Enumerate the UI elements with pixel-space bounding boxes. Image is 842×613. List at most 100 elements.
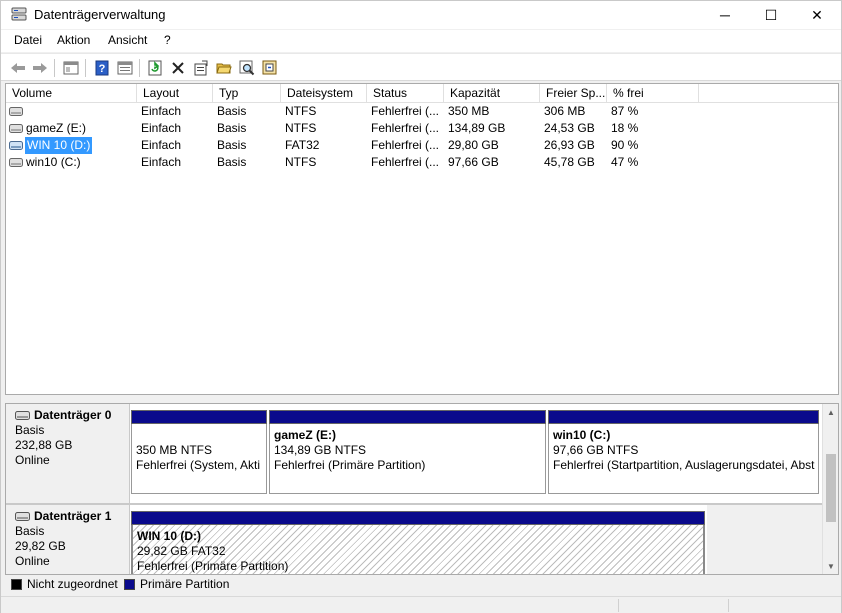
open-button[interactable] — [214, 58, 234, 78]
disk-management-app-icon — [11, 7, 27, 21]
disk-graphical-pane: Datenträger 0 Basis 232,88 GB Online 350… — [5, 403, 839, 575]
disk-state: Online — [15, 554, 50, 568]
drive-icon — [9, 158, 23, 167]
status-bar — [1, 596, 841, 613]
partition-status: Fehlerfrei (System, Akti — [136, 458, 261, 472]
drive-icon — [9, 107, 23, 116]
properties-view-icon — [117, 61, 133, 75]
partition-body: gameZ (E:) 134,89 GB NTFS Fehlerfrei (Pr… — [269, 424, 546, 494]
menu-help[interactable]: ? — [164, 33, 171, 47]
hard-disk-icon — [15, 512, 30, 521]
typ-cell: Basis — [217, 155, 247, 169]
column-header-volume[interactable]: Volume — [6, 84, 137, 103]
scroll-up-icon[interactable]: ▲ — [823, 404, 838, 420]
percent-free-cell: 47 % — [611, 155, 639, 169]
partition-status: Fehlerfrei (Primäre Partition) — [274, 458, 426, 472]
percent-free-cell: 18 % — [611, 121, 639, 135]
disk-size: 232,88 GB — [15, 438, 73, 452]
forward-button[interactable] — [30, 58, 50, 78]
volume-name: WIN 10 (D:) — [25, 137, 93, 154]
partition-win10-c[interactable]: win10 (C:) 97,66 GB NTFS Fehlerfrei (Sta… — [548, 410, 819, 494]
menu-aktion[interactable]: Aktion — [57, 33, 90, 47]
maximize-button[interactable]: ☐ — [748, 1, 794, 29]
disk-type: Basis — [15, 423, 45, 437]
close-button[interactable]: ✕ — [794, 1, 840, 29]
disk-name: Datenträger 0 — [34, 408, 112, 422]
legend-label-unallocated: Nicht zugeordnet — [27, 577, 118, 591]
toolbar-separator — [85, 59, 86, 77]
disk-divider — [6, 503, 824, 505]
volume-list-pane: Volume Layout Typ Dateisystem Status Kap… — [5, 83, 839, 395]
legend-swatch-primary — [124, 579, 135, 590]
maximize-icon: ☐ — [764, 6, 778, 23]
disk-label-0[interactable]: Datenträger 0 Basis 232,88 GB Online — [6, 404, 130, 503]
minimize-button[interactable]: ─ — [702, 1, 748, 29]
partition-size-fs: 29,82 GB FAT32 — [137, 544, 226, 558]
partition-gamez[interactable]: gameZ (E:) 134,89 GB NTFS Fehlerfrei (Pr… — [269, 410, 546, 494]
hard-disk-icon — [15, 411, 30, 420]
find-icon — [239, 60, 255, 76]
status-cell: Fehlerfrei (... — [371, 138, 440, 152]
partition-body: 350 MB NTFS Fehlerfrei (System, Akti — [131, 424, 267, 494]
properties-button[interactable] — [191, 58, 211, 78]
settings-button[interactable] — [260, 58, 280, 78]
toolbar-separator — [54, 59, 55, 77]
refresh-icon — [148, 60, 162, 76]
capacity-cell: 134,89 GB — [448, 121, 506, 135]
help-button[interactable]: ? — [92, 58, 112, 78]
table-row-selected[interactable]: WIN 10 (D:) Einfach Basis FAT32 Fehlerfr… — [6, 137, 838, 154]
partition-system-reserved[interactable]: 350 MB NTFS Fehlerfrei (System, Akti — [131, 410, 267, 494]
delete-button[interactable] — [168, 58, 188, 78]
pane-splitter[interactable] — [1, 396, 841, 402]
delete-icon — [172, 62, 184, 74]
partition-size-fs: 134,89 GB NTFS — [274, 443, 367, 457]
column-header-layout[interactable]: Layout — [137, 84, 213, 103]
close-icon: ✕ — [811, 6, 823, 23]
partition-name: gameZ (E:) — [274, 428, 337, 442]
partition-win10-d[interactable]: WIN 10 (D:) 29,82 GB FAT32 Fehlerfrei (P… — [131, 511, 705, 574]
scroll-down-icon[interactable]: ▼ — [823, 558, 838, 574]
console-tree-icon — [63, 61, 79, 75]
column-header-typ[interactable]: Typ — [213, 84, 281, 103]
menu-ansicht[interactable]: Ansicht — [108, 33, 147, 47]
scroll-thumb[interactable] — [826, 454, 836, 522]
column-header-kapazitaet[interactable]: Kapazität — [444, 84, 540, 103]
legend-swatch-unallocated — [11, 579, 22, 590]
settings-icon — [262, 60, 277, 75]
disk-label-1[interactable]: Datenträger 1 Basis 29,82 GB Online — [6, 505, 130, 574]
status-cell: Fehlerfrei (... — [371, 104, 440, 118]
find-button[interactable] — [237, 58, 257, 78]
properties-view-button[interactable] — [115, 58, 135, 78]
menu-datei[interactable]: Datei — [14, 33, 42, 47]
refresh-button[interactable] — [145, 58, 165, 78]
partition-bar — [269, 410, 546, 424]
percent-free-cell: 90 % — [611, 138, 639, 152]
percent-free-cell: 87 % — [611, 104, 639, 118]
table-row[interactable]: win10 (C:) Einfach Basis NTFS Fehlerfrei… — [6, 154, 838, 171]
column-header-status[interactable]: Status — [367, 84, 444, 103]
filesystem-cell: NTFS — [285, 121, 317, 135]
disk-pane-scrollbar[interactable]: ▲ ▼ — [822, 404, 838, 574]
status-bar-divider — [618, 599, 619, 612]
partition-body: win10 (C:) 97,66 GB NTFS Fehlerfrei (Sta… — [548, 424, 819, 494]
layout-cell: Einfach — [141, 121, 182, 135]
console-tree-button[interactable] — [61, 58, 81, 78]
typ-cell: Basis — [217, 121, 247, 135]
status-bar-divider — [728, 599, 729, 612]
back-icon — [11, 63, 25, 73]
capacity-cell: 350 MB — [448, 104, 490, 118]
column-header-prozent-frei[interactable]: % frei — [607, 84, 699, 103]
partition-bar — [548, 410, 819, 424]
back-button[interactable] — [8, 58, 28, 78]
window-title: Datenträgerverwaltung — [34, 7, 166, 22]
capacity-cell: 29,80 GB — [448, 138, 499, 152]
column-header-dateisystem[interactable]: Dateisystem — [281, 84, 367, 103]
table-row[interactable]: Einfach Basis NTFS Fehlerfrei (... 350 M… — [6, 103, 838, 120]
svg-text:?: ? — [99, 63, 106, 75]
partition-status: Fehlerfrei (Startpartition, Auslagerungs… — [553, 458, 815, 472]
partition-name: win10 (C:) — [553, 428, 611, 442]
table-row[interactable]: gameZ (E:) Einfach Basis NTFS Fehlerfrei… — [6, 120, 838, 137]
status-cell: Fehlerfrei (... — [371, 155, 440, 169]
column-header-freier-speicher[interactable]: Freier Sp... — [540, 84, 607, 103]
help-icon: ? — [95, 60, 109, 76]
